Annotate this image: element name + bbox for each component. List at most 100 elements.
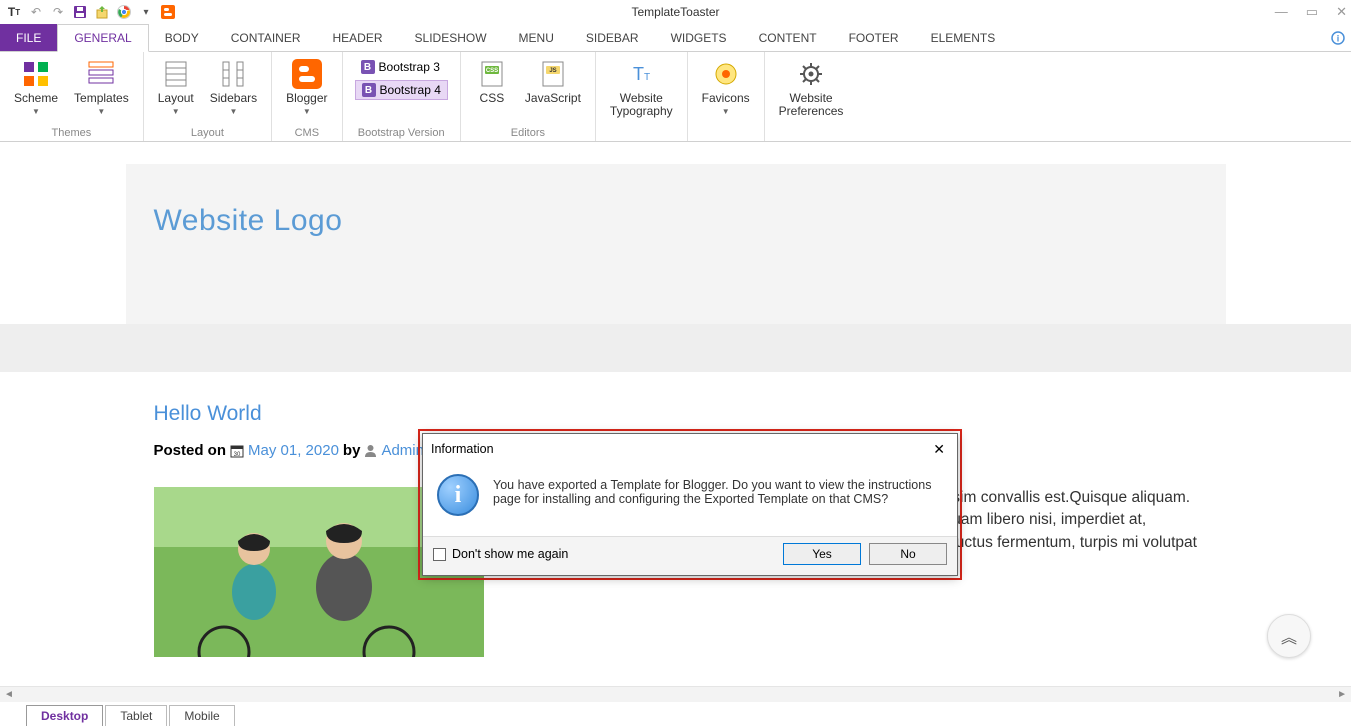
dialog-footer: Don't show me again Yes No (423, 536, 957, 575)
dropdown-icon: ▼ (303, 107, 311, 116)
tab-file[interactable]: FILE (0, 24, 57, 51)
themes-group-label: Themes (6, 127, 137, 141)
bootstrap-badge-icon: B (361, 60, 375, 74)
view-tabs: Desktop Tablet Mobile (0, 702, 1351, 726)
view-tab-tablet[interactable]: Tablet (105, 705, 167, 726)
dropdown-icon: ▼ (97, 107, 105, 116)
blogger-button[interactable]: Blogger ▼ (278, 54, 335, 116)
yes-button[interactable]: Yes (783, 543, 861, 565)
ribbon-group-cms: Blogger ▼ CMS (272, 52, 342, 141)
javascript-button[interactable]: JS JavaScript (517, 54, 589, 105)
title-bar: TT ↶ ↷ ▾ TemplateToaster — ▭ ✕ (0, 0, 1351, 24)
save-icon[interactable] (72, 4, 88, 20)
svg-text:T: T (644, 72, 650, 83)
tab-menu[interactable]: MENU (503, 24, 570, 51)
layout-label: Layout (158, 92, 194, 105)
css-icon: CSS (476, 58, 508, 90)
site-logo[interactable]: Website Logo (154, 204, 1198, 238)
css-label: CSS (480, 92, 505, 105)
preferences-button[interactable]: Website Preferences (771, 54, 852, 118)
no-button[interactable]: No (869, 543, 947, 565)
favicons-button[interactable]: Favicons ▼ (694, 54, 758, 116)
sidebars-label: Sidebars (210, 92, 257, 105)
css-button[interactable]: CSS CSS (467, 54, 517, 105)
typography-icon: TT (625, 58, 657, 90)
dialog-title: Information (431, 442, 494, 456)
sidebars-icon (217, 58, 249, 90)
undo-icon[interactable]: ↶ (28, 4, 44, 20)
templates-label: Templates (74, 92, 129, 105)
by-label: by (343, 442, 361, 459)
site-header[interactable]: Website Logo (126, 164, 1226, 324)
horizontal-scrollbar[interactable]: ◄ ► (0, 686, 1351, 702)
typography-button[interactable]: TT Website Typography (602, 54, 681, 118)
bootstrap-group-label: Bootstrap Version (349, 127, 454, 141)
site-nav-bar[interactable] (0, 324, 1351, 372)
export-icon[interactable] (94, 4, 110, 20)
maximize-icon[interactable]: ▭ (1306, 4, 1318, 20)
quick-access-toolbar: TT ↶ ↷ ▾ (0, 4, 176, 20)
window-controls: — ▭ ✕ (1275, 4, 1347, 20)
help-icon[interactable]: i (1331, 24, 1351, 51)
tab-general[interactable]: GENERAL (57, 24, 148, 52)
layout-button[interactable]: Layout ▼ (150, 54, 202, 116)
bootstrap3-label: Bootstrap 3 (379, 60, 440, 74)
dropdown-icon: ▼ (229, 107, 237, 116)
tab-elements[interactable]: ELEMENTS (915, 24, 1012, 51)
bootstrap4-option[interactable]: B Bootstrap 4 (355, 80, 448, 100)
tab-body[interactable]: BODY (149, 24, 215, 51)
view-tab-desktop[interactable]: Desktop (26, 705, 103, 726)
templates-button[interactable]: Templates ▼ (66, 54, 137, 116)
javascript-icon: JS (537, 58, 569, 90)
post-title[interactable]: Hello World (154, 402, 1198, 426)
app-title: TemplateToaster (631, 5, 719, 19)
info-icon: i (437, 474, 479, 516)
scroll-left-icon[interactable]: ◄ (4, 689, 14, 700)
svg-text:CSS: CSS (486, 68, 498, 74)
design-canvas[interactable]: Website Logo Hello World Posted on 30 Ma… (0, 142, 1351, 686)
dont-show-checkbox[interactable]: Don't show me again (433, 547, 568, 561)
layout-icon (160, 58, 192, 90)
tab-footer[interactable]: FOOTER (833, 24, 915, 51)
tab-slideshow[interactable]: SLIDESHOW (399, 24, 503, 51)
bootstrap3-option[interactable]: B Bootstrap 3 (355, 58, 448, 76)
dialog-titlebar[interactable]: Information ✕ (423, 434, 957, 464)
ribbon-group-typography: TT Website Typography (596, 52, 688, 141)
ribbon-group-preferences: Website Preferences (765, 52, 858, 141)
scheme-button[interactable]: Scheme ▼ (6, 54, 66, 116)
svg-text:30: 30 (234, 452, 241, 458)
scroll-to-top-button[interactable]: ︽ (1267, 614, 1311, 658)
redo-icon[interactable]: ↷ (50, 4, 66, 20)
bootstrap4-label: Bootstrap 4 (380, 83, 441, 97)
favicons-label: Favicons (702, 92, 750, 105)
blogger-label: Blogger (286, 92, 327, 105)
chrome-icon[interactable] (116, 4, 132, 20)
tab-container[interactable]: CONTAINER (215, 24, 317, 51)
view-tab-mobile[interactable]: Mobile (169, 705, 234, 726)
ribbon-group-layout: Layout ▼ Sidebars ▼ Layout (144, 52, 272, 141)
dialog-body: i You have exported a Template for Blogg… (423, 464, 957, 536)
site-preview: Website Logo (126, 164, 1226, 324)
dialog-message: You have exported a Template for Blogger… (493, 474, 943, 516)
blogger-icon[interactable] (160, 4, 176, 20)
sidebars-button[interactable]: Sidebars ▼ (202, 54, 265, 116)
tab-content[interactable]: CONTENT (743, 24, 833, 51)
ribbon-group-themes: Scheme ▼ Templates ▼ Themes (0, 52, 144, 141)
tab-widgets[interactable]: WIDGETS (655, 24, 743, 51)
chevron-up-icon: ︽ (1281, 624, 1297, 648)
tab-sidebar[interactable]: SIDEBAR (570, 24, 655, 51)
favicons-icon (710, 58, 742, 90)
checkbox-icon (433, 548, 446, 561)
tab-header[interactable]: HEADER (317, 24, 399, 51)
post-date-link[interactable]: May 01, 2020 (248, 442, 339, 459)
scroll-right-icon[interactable]: ► (1337, 689, 1347, 700)
scheme-label: Scheme (14, 92, 58, 105)
ribbon-body: Scheme ▼ Templates ▼ Themes Layout ▼ Sid… (0, 52, 1351, 142)
close-icon[interactable]: ✕ (1336, 4, 1347, 20)
dialog-close-button[interactable]: ✕ (929, 441, 949, 458)
minimize-icon[interactable]: — (1275, 4, 1288, 20)
typography-label-2: Typography (610, 105, 673, 118)
chrome-dropdown-icon[interactable]: ▾ (138, 4, 154, 20)
information-dialog: Information ✕ i You have exported a Temp… (422, 433, 958, 576)
gear-icon (795, 58, 827, 90)
